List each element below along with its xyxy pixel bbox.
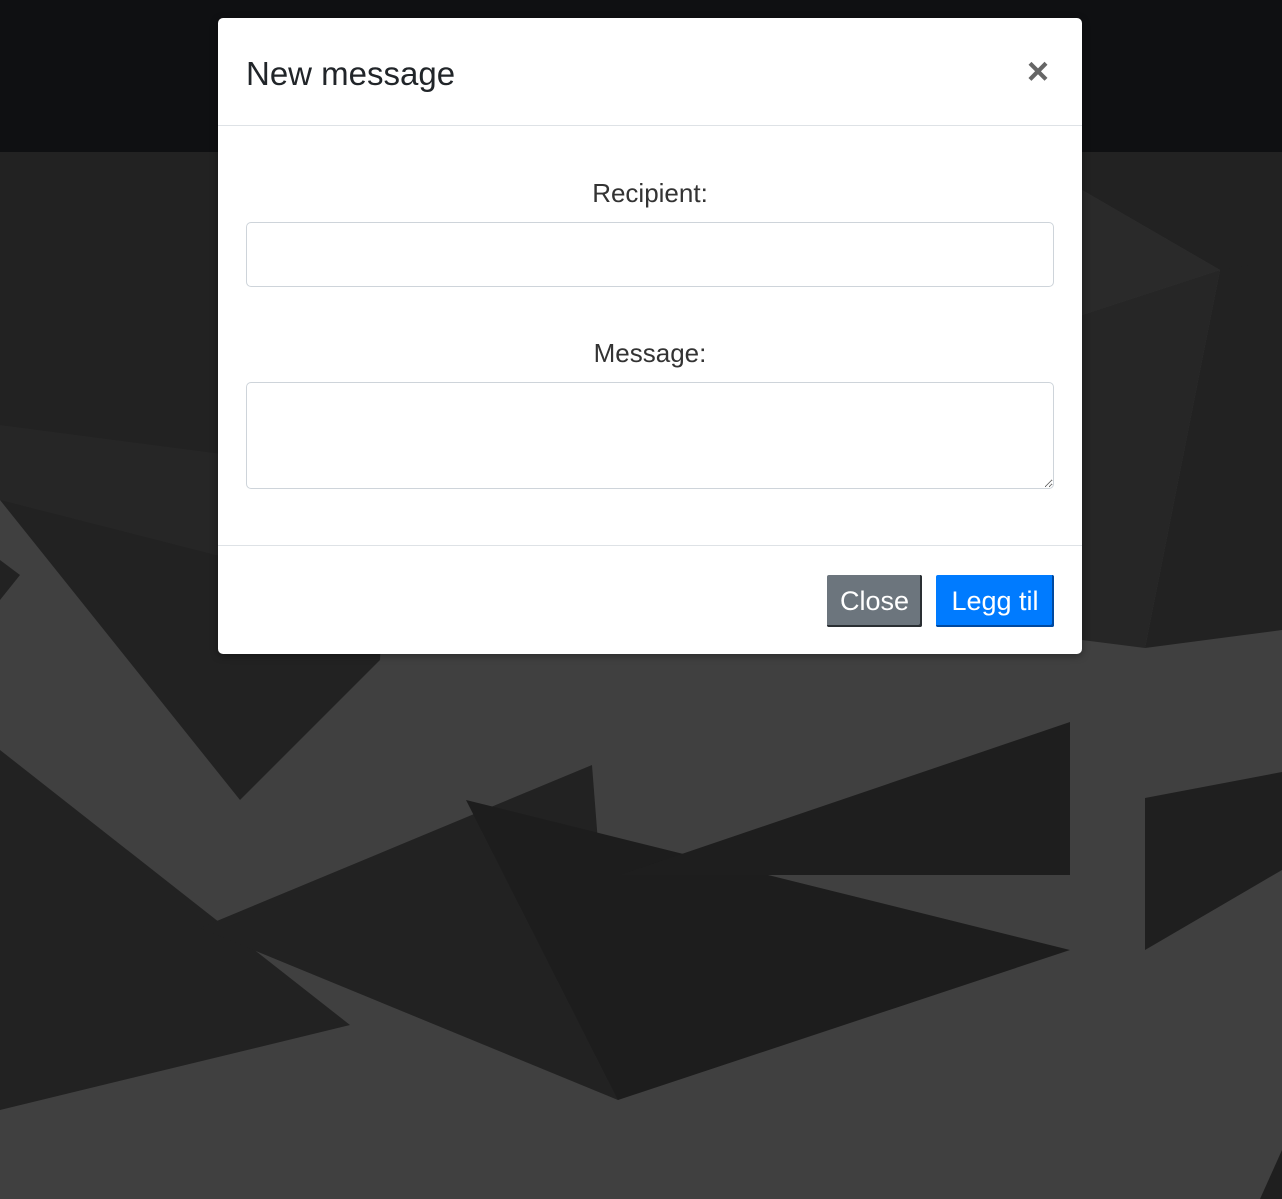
submit-button[interactable]: Legg til <box>936 575 1054 627</box>
modal-body: Recipient: Message: <box>246 126 1054 544</box>
modal-title: New message <box>246 55 456 92</box>
close-button[interactable]: Close <box>827 575 922 627</box>
new-message-modal: New message × Recipient: Message: Close … <box>218 18 1082 654</box>
message-textarea[interactable] <box>246 382 1054 489</box>
page: New message × Recipient: Message: Close … <box>0 0 1282 1199</box>
recipient-label: Recipient: <box>592 178 708 208</box>
modal-footer: Close Legg til <box>218 545 1082 654</box>
modal-header: New message × <box>218 18 1082 126</box>
message-label: Message: <box>593 338 707 368</box>
recipient-input[interactable] <box>246 222 1054 287</box>
close-icon[interactable]: × <box>1022 52 1054 92</box>
